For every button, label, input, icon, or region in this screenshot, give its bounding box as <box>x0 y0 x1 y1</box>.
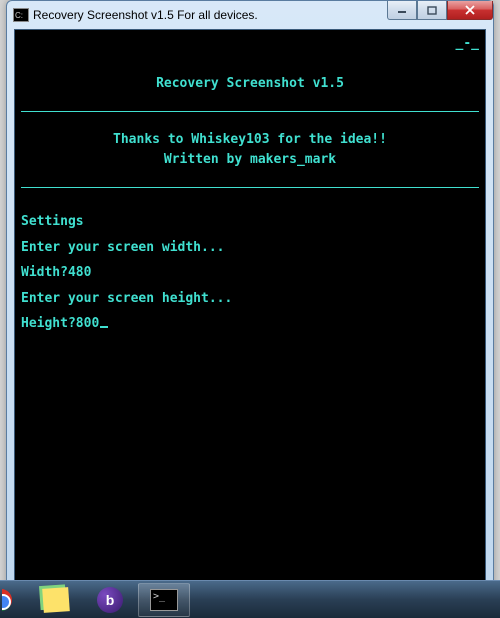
console-output[interactable]: _-_ Recovery Screenshot v1.5 Thanks to W… <box>15 30 485 581</box>
width-value: 480 <box>68 265 91 280</box>
window-controls <box>387 1 493 20</box>
divider-line <box>21 187 479 188</box>
client-area: _-_ Recovery Screenshot v1.5 Thanks to W… <box>14 29 486 582</box>
width-input-line: Width?480 <box>21 263 479 283</box>
text-cursor <box>100 326 108 328</box>
height-value: 800 <box>76 316 99 331</box>
prompt-height-text: Enter your screen height... <box>21 289 479 309</box>
minimize-button[interactable] <box>387 1 417 20</box>
width-prompt: Width? <box>21 265 68 280</box>
close-button[interactable] <box>447 1 493 20</box>
bittorrent-icon: b <box>97 587 123 613</box>
command-prompt-icon: >_ <box>150 589 178 611</box>
app-window: C: Recovery Screenshot v1.5 For all devi… <box>6 0 494 590</box>
taskbar-item-command-prompt[interactable]: >_ <box>138 583 190 617</box>
app-header-title: Recovery Screenshot v1.5 <box>21 74 479 94</box>
sticky-notes-icon <box>42 587 70 613</box>
height-prompt: Height? <box>21 316 76 331</box>
maximize-button[interactable] <box>417 1 447 20</box>
cmd-icon: C: <box>13 8 29 22</box>
written-by-line: Written by makers_mark <box>21 150 479 170</box>
titlebar[interactable]: C: Recovery Screenshot v1.5 For all devi… <box>7 1 493 29</box>
settings-label: Settings <box>21 212 479 232</box>
taskbar-item-bittorrent[interactable]: b <box>84 583 136 617</box>
taskbar-item-sticky-notes[interactable] <box>30 583 82 617</box>
prompt-width-text: Enter your screen width... <box>21 238 479 258</box>
decorative-dashes: _-_ <box>21 34 479 54</box>
thanks-line: Thanks to Whiskey103 for the idea!! <box>21 130 479 150</box>
divider-line <box>21 111 479 112</box>
taskbar-item-chrome[interactable] <box>2 583 28 617</box>
height-input-line[interactable]: Height?800 <box>21 314 479 334</box>
chrome-icon <box>2 589 12 611</box>
taskbar[interactable]: b >_ <box>0 580 500 618</box>
